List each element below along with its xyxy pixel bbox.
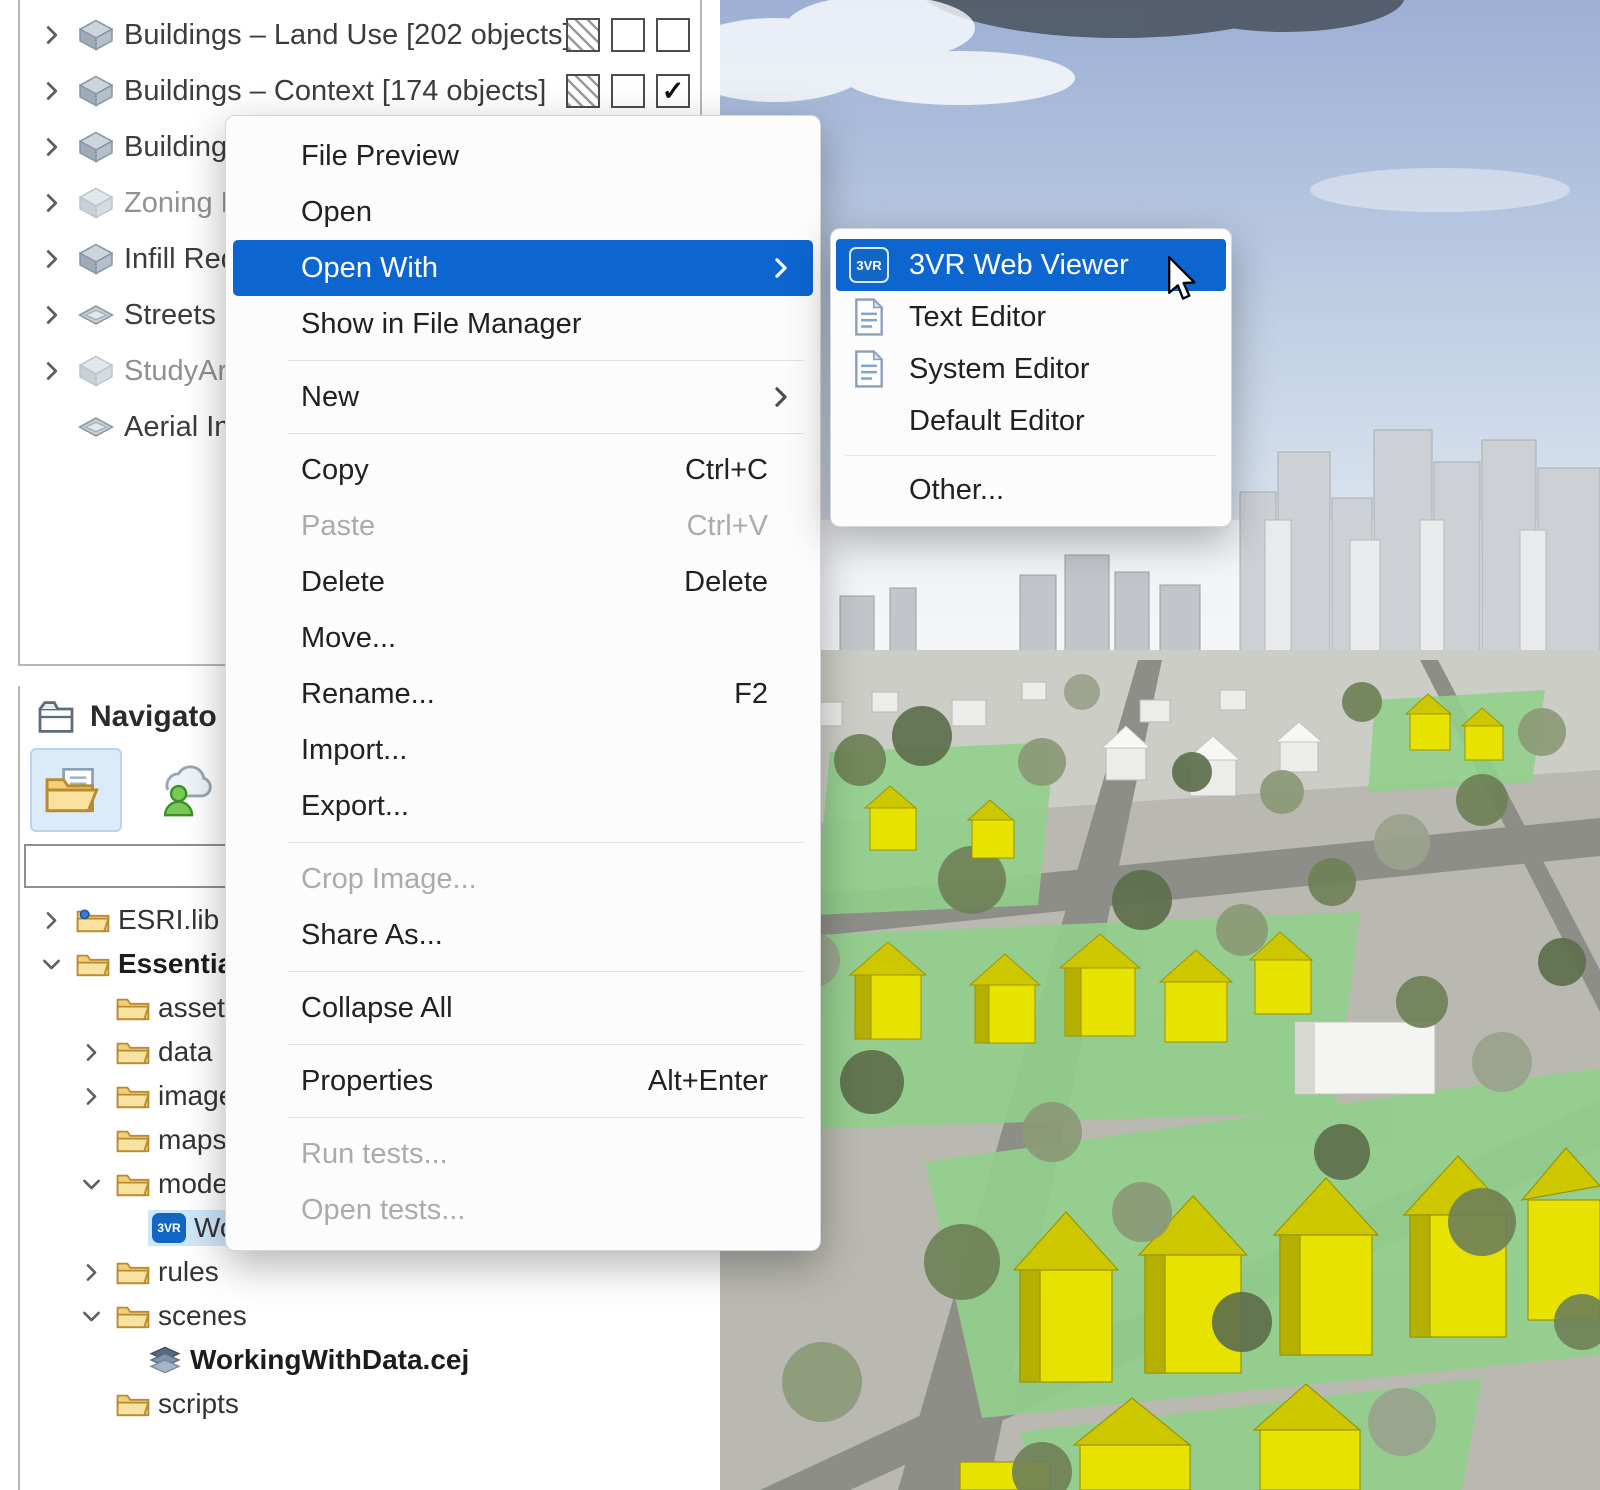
submenu-arrow-icon (770, 386, 792, 408)
menu-item-show-in-file-manager[interactable]: Show in File Manager (226, 296, 820, 352)
cloud-person-icon (153, 763, 215, 817)
context-menu: File Preview Open Open With Show in File… (225, 115, 821, 1251)
menu-item-import[interactable]: Import... (226, 722, 820, 778)
aerial-image-layer-icon (78, 411, 124, 443)
layer-row[interactable]: Buildings – Context [174 objects] ✓ (20, 63, 700, 119)
tree-row-scenes[interactable]: scenes (20, 1294, 702, 1338)
chevron-right-icon[interactable] (42, 305, 78, 325)
chevron-right-icon[interactable] (82, 1263, 116, 1282)
chevron-down-icon[interactable] (42, 955, 76, 974)
chevron-right-icon[interactable] (42, 81, 78, 101)
navigator-title: Navigato (90, 700, 217, 734)
menu-separator (288, 842, 804, 843)
menu-item-delete[interactable]: DeleteDelete (226, 554, 820, 610)
menu-item-run-tests: Run tests... (226, 1126, 820, 1182)
chevron-right-icon[interactable] (42, 249, 78, 269)
menu-separator (288, 433, 804, 434)
chevron-right-icon[interactable] (82, 1087, 116, 1106)
chevron-down-icon[interactable] (82, 1307, 116, 1326)
tree-row-workingwithdata-cej[interactable]: WorkingWithData.cej (20, 1338, 702, 1382)
menu-item-paste: PasteCtrl+V (226, 498, 820, 554)
chevron-right-icon[interactable] (42, 361, 78, 381)
open-workspace-button[interactable] (30, 748, 122, 832)
folder-icon (116, 994, 158, 1022)
menu-separator (288, 1044, 804, 1045)
folder-icon (116, 1082, 158, 1110)
menu-item-rename[interactable]: Rename...F2 (226, 666, 820, 722)
menu-item-new[interactable]: New (226, 369, 820, 425)
folder-icon (116, 1390, 158, 1418)
layer-row[interactable]: Buildings – Land Use [202 objects] (20, 7, 700, 63)
navigator-view-icon (38, 701, 74, 733)
chevron-right-icon[interactable] (42, 911, 76, 930)
chevron-down-icon[interactable] (82, 1175, 116, 1194)
menu-item-share-as[interactable]: Share As... (226, 907, 820, 963)
layer-cube-icon (78, 131, 124, 163)
chevron-right-icon[interactable] (42, 137, 78, 157)
document-icon (849, 349, 889, 389)
layer-cube-icon (78, 187, 124, 219)
3vr-app-icon: 3VR (849, 247, 889, 283)
menu-separator (288, 360, 804, 361)
submenu-item-other[interactable]: Other... (831, 464, 1231, 516)
streets-layer-icon (78, 299, 124, 331)
menu-item-open-tests: Open tests... (226, 1182, 820, 1238)
chevron-right-icon[interactable] (42, 193, 78, 213)
tree-row-rules[interactable]: rules (20, 1250, 702, 1294)
folder-icon (116, 1038, 158, 1066)
layer-label: Buildings – Land Use [202 objects] (124, 19, 566, 52)
open-folder-icon (45, 763, 107, 817)
3vr-file-icon: 3VR (152, 1213, 186, 1243)
layer-checkbox[interactable] (656, 18, 690, 52)
folder-icon (116, 1170, 158, 1198)
layer-cube-icon (78, 355, 124, 387)
layer-cube-icon (78, 75, 124, 107)
menu-separator (288, 1117, 804, 1118)
folder-icon (116, 1258, 158, 1286)
cej-layers-icon (148, 1346, 190, 1374)
submenu-item-system-editor[interactable]: System Editor (831, 343, 1231, 395)
menu-item-open-with[interactable]: Open With (233, 240, 813, 296)
menu-item-file-preview[interactable]: File Preview (226, 128, 820, 184)
submenu-arrow-icon (770, 257, 792, 279)
menu-item-collapse-all[interactable]: Collapse All (226, 980, 820, 1036)
app-window: Buildings – Land Use [202 objects] Build… (0, 0, 1600, 1490)
tree-row-scripts[interactable]: scripts (20, 1382, 702, 1426)
folder-icon (116, 1302, 158, 1330)
folder-icon (116, 1126, 158, 1154)
chevron-right-icon[interactable] (42, 25, 78, 45)
document-icon (849, 297, 889, 337)
menu-separator (288, 971, 804, 972)
submenu-item-default-editor[interactable]: Default Editor (831, 395, 1231, 447)
mouse-cursor (1166, 256, 1200, 302)
layer-checkbox-hatched[interactable] (566, 74, 600, 108)
layer-checkbox[interactable] (611, 74, 645, 108)
layer-checkbox-hatched[interactable] (566, 18, 600, 52)
menu-item-export[interactable]: Export... (226, 778, 820, 834)
layer-cube-icon (78, 19, 124, 51)
cloud-user-button[interactable] (138, 748, 230, 832)
menu-item-copy[interactable]: CopyCtrl+C (226, 442, 820, 498)
folder-icon (76, 950, 118, 978)
viewport-3d[interactable] (720, 0, 1600, 1490)
layer-checkbox-checked[interactable]: ✓ (656, 74, 690, 108)
layer-cube-icon (78, 243, 124, 275)
menu-item-open[interactable]: Open (226, 184, 820, 240)
menu-separator (845, 455, 1217, 456)
chevron-right-icon[interactable] (82, 1043, 116, 1062)
menu-item-crop-image: Crop Image... (226, 851, 820, 907)
menu-item-move[interactable]: Move... (226, 610, 820, 666)
library-folder-icon (76, 906, 118, 934)
menu-item-properties[interactable]: PropertiesAlt+Enter (226, 1053, 820, 1109)
layer-label: Buildings – Context [174 objects] (124, 75, 566, 108)
layer-checkbox[interactable] (611, 18, 645, 52)
city-scene (720, 0, 1600, 1490)
